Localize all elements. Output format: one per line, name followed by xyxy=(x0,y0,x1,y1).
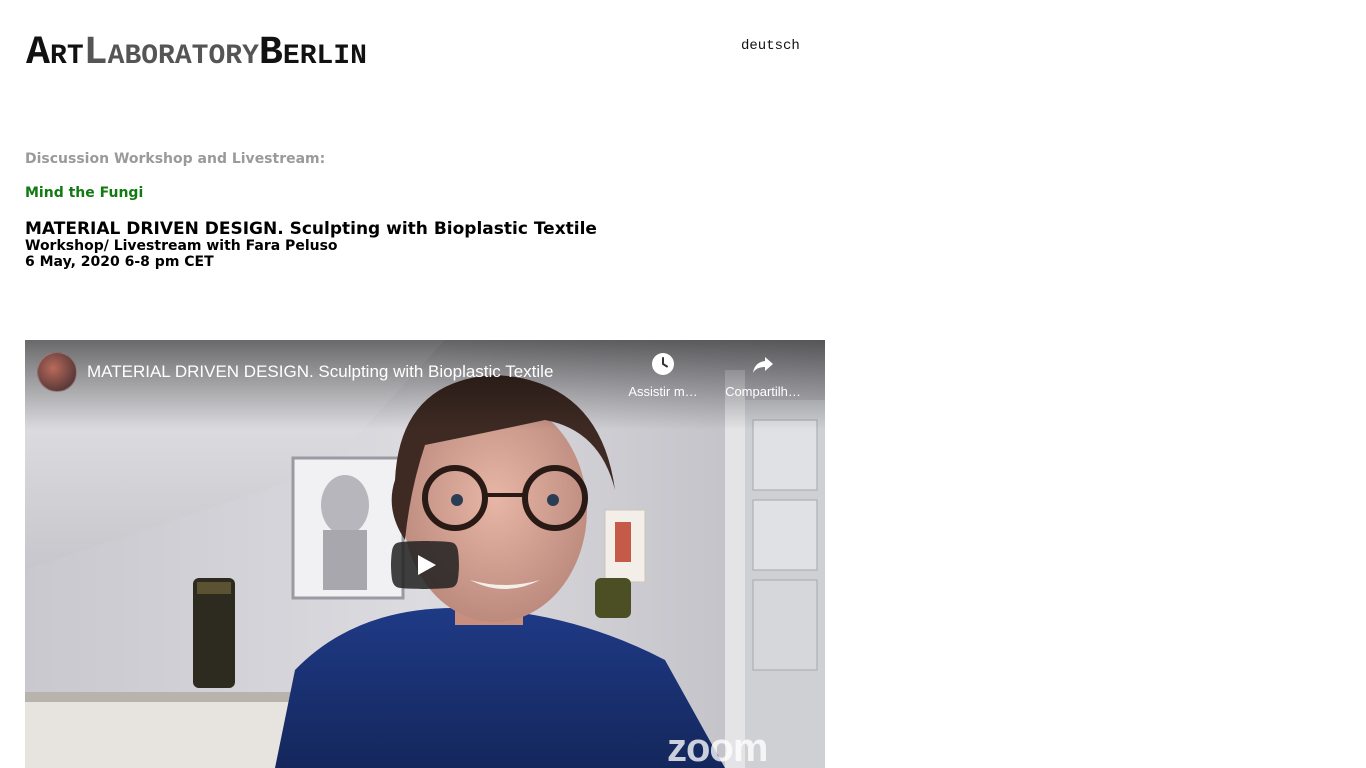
logo-rest-berlin: ERLIN xyxy=(282,41,367,72)
share-arrow-icon xyxy=(753,357,773,373)
event-title: MATERIAL DRIVEN DESIGN. Sculpting with B… xyxy=(25,219,597,239)
logo-word-laboratory: LABORATORY xyxy=(84,34,259,74)
language-switch-link[interactable]: deutsch xyxy=(741,38,800,54)
watch-later-button[interactable]: Assistir m… xyxy=(620,352,706,399)
play-button[interactable] xyxy=(391,541,459,589)
event-kicker: Discussion Workshop and Livestream: xyxy=(25,151,326,167)
zoom-watermark: zoom xyxy=(667,726,768,768)
channel-avatar-icon[interactable] xyxy=(37,352,77,392)
logo-cap-b: B xyxy=(258,31,283,76)
event-date: 6 May, 2020 6-8 pm CET xyxy=(25,254,214,270)
clock-icon xyxy=(652,353,674,375)
event-subtitle: Workshop/ Livestream with Fara Peluso xyxy=(25,238,338,254)
logo-word-berlin: BERLIN xyxy=(259,34,367,74)
logo-cap-a: A xyxy=(26,31,51,76)
youtube-video-embed[interactable]: MATERIAL DRIVEN DESIGN. Sculpting with B… xyxy=(25,340,825,768)
logo-word-art: ART xyxy=(26,34,84,74)
share-button[interactable]: Compartilh… xyxy=(720,352,806,399)
video-title-link[interactable]: MATERIAL DRIVEN DESIGN. Sculpting with B… xyxy=(87,362,553,382)
watch-later-label: Assistir m… xyxy=(628,384,698,399)
series-link[interactable]: Mind the Fungi xyxy=(25,185,143,201)
logo-rest-art: RT xyxy=(50,41,84,72)
logo-rest-laboratory: ABORATORY xyxy=(107,41,259,72)
logo-cap-l: L xyxy=(83,31,108,76)
site-logo[interactable]: ARTLABORATORYBERLIN xyxy=(26,34,367,74)
share-label: Compartilh… xyxy=(725,384,801,399)
